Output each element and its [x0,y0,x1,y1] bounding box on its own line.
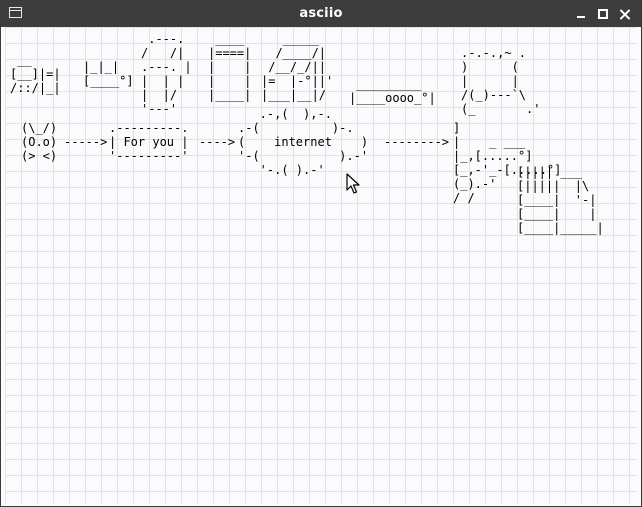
mouse-pointer-icon [346,173,360,194]
close-icon [620,9,631,20]
ascii-face[interactable]: (\_/) (O.o) (> <) [21,121,57,163]
for-you-box[interactable]: .---------. | For you | '---------' [109,121,188,163]
ascii-computer[interactable]: _____ /____/| /__/_/|| |= |-°||' |___|__… [261,32,333,102]
minimize-icon [577,16,585,18]
maximize-icon [598,9,608,19]
ascii-device[interactable]: _________ |____oooo_°| [349,77,436,105]
arrow-cloud-to-server[interactable]: --------> [384,135,449,149]
maximize-button[interactable] [595,6,611,22]
title-bar[interactable]: asciio [1,1,641,27]
ascii-printer[interactable]: .-.-.,~ . ) ( | | /(_)---`\ (_ .' [461,46,540,116]
ascii-keyboard-stack[interactable]: [|||| ___ [||||| |\ [____| '-| [____| | … [517,165,604,235]
ascii-monitor[interactable]: ____ |====| | | | | |____| [208,32,251,102]
ascii-cabinet[interactable]: __ [__]|=| /::/|_| [10,53,61,95]
internet-cloud[interactable]: .-,( ),-. .-( )-. ( internet ) '-( ).-' … [238,107,368,177]
window-title: asciio [299,6,343,21]
drawing-canvas[interactable]: __ [__]|=| /::/|_| |_|_| [____°] .---. /… [5,27,637,503]
ascii-mailbox[interactable]: |_|_| [____°] [83,60,134,88]
minimize-button[interactable] [573,6,589,22]
arrow-face-to-box[interactable]: -----> [64,135,107,149]
arrow-box-to-cloud[interactable]: ----> [199,135,235,149]
close-button[interactable] [617,6,633,22]
app-window: asciio __ [__]|=| /::/|_| |_|_| [____°] … [0,0,642,507]
ascii-tall-box[interactable]: .---. / /| .---. | | | | | |/ '---' [141,32,192,116]
